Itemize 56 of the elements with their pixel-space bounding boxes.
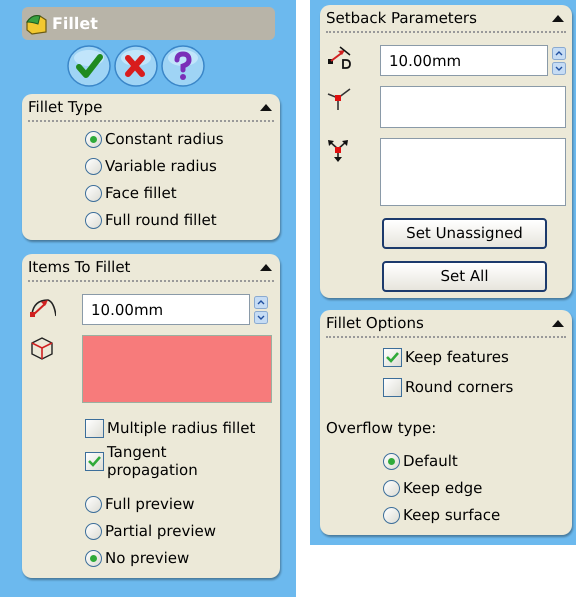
help-button[interactable] xyxy=(161,45,205,87)
panel-heading: Fillet Type xyxy=(28,96,102,118)
panel-button[interactable]: Set Unassigned xyxy=(382,218,547,249)
radio-label: Variable radius xyxy=(105,156,217,178)
radio-button[interactable] xyxy=(383,453,400,470)
selection-list[interactable] xyxy=(380,138,566,206)
spin-buttons[interactable] xyxy=(552,46,566,74)
collapse-icon[interactable] xyxy=(260,103,272,111)
checkbox-label: Round corners xyxy=(405,378,514,396)
distance-arrow-icon xyxy=(326,45,354,71)
radio-label: No preview xyxy=(105,548,190,570)
panel-heading: Fillet Options xyxy=(326,312,424,334)
collapse-icon[interactable] xyxy=(552,14,564,22)
spin-down-icon[interactable] xyxy=(552,62,566,74)
value-field[interactable]: 10.00mm xyxy=(82,294,250,325)
radio-label: Full preview xyxy=(105,494,195,516)
radio-label: Keep edge xyxy=(403,478,482,500)
panel-heading: Setback Parameters xyxy=(326,8,477,29)
radio-button[interactable] xyxy=(85,496,102,513)
panel-button[interactable]: Set All xyxy=(382,261,547,292)
section-label: Overflow type: xyxy=(326,419,436,437)
radio-label: Keep surface xyxy=(403,505,500,526)
spin-buttons[interactable] xyxy=(254,296,268,324)
checkbox[interactable] xyxy=(383,348,402,366)
radio-button[interactable] xyxy=(85,158,102,175)
checkbox-label: Tangent propagation xyxy=(107,443,199,479)
radio-button[interactable] xyxy=(383,480,400,497)
checkbox[interactable] xyxy=(85,452,104,470)
panel-title: Fillet xyxy=(52,12,98,34)
collapse-icon[interactable] xyxy=(260,263,272,271)
checkbox[interactable] xyxy=(85,418,104,438)
spin-up-icon[interactable] xyxy=(552,46,566,60)
checkbox[interactable] xyxy=(383,378,402,396)
value-field[interactable]: 10.00mm xyxy=(380,45,548,76)
check-icon xyxy=(88,456,101,466)
collapse-icon[interactable] xyxy=(552,319,564,327)
radio-label: Partial preview xyxy=(105,521,216,542)
checkbox-label: Multiple radius fillet xyxy=(107,419,256,437)
radio-label: Default xyxy=(403,451,458,472)
radio-button[interactable] xyxy=(85,212,102,229)
radio-label: Constant radius xyxy=(105,129,224,150)
spin-down-icon[interactable] xyxy=(254,310,268,324)
selection-list[interactable] xyxy=(380,86,566,128)
spin-up-icon[interactable] xyxy=(254,296,268,308)
panel-heading: Items To Fillet xyxy=(28,256,130,278)
radio-label: Full round fillet xyxy=(105,210,217,232)
check-icon xyxy=(386,352,399,362)
checkbox-label: Keep features xyxy=(405,348,509,366)
radio-button[interactable] xyxy=(85,523,102,540)
radio-button[interactable] xyxy=(383,507,400,524)
cancel-button[interactable] xyxy=(114,45,158,87)
radio-button[interactable] xyxy=(85,550,102,567)
ok-button[interactable] xyxy=(67,45,111,87)
radio-button[interactable] xyxy=(85,185,102,202)
radio-button[interactable] xyxy=(85,131,102,148)
radio-label: Face fillet xyxy=(105,183,177,204)
